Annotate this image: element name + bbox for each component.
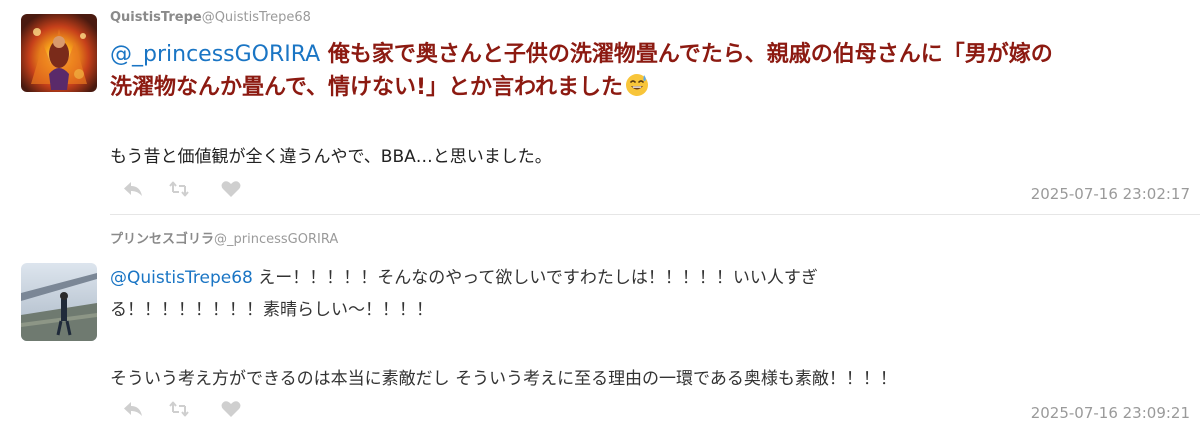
heart-icon[interactable] <box>220 399 242 419</box>
timestamp[interactable]: 2025-07-16 23:02:17 <box>1031 185 1190 203</box>
tweet-text: る！！！！！！！！素晴らしい〜！！！！ <box>110 300 433 320</box>
tweet: プリンセスゴリラ@_princessGORIRA @QuistisTrepe68… <box>0 214 1200 423</box>
reply-icon[interactable] <box>122 399 144 419</box>
display-name[interactable]: QuistisTrepe <box>110 10 202 25</box>
tweet-header: プリンセスゴリラ@_princessGORIRA <box>110 232 338 248</box>
user-handle[interactable]: @_princessGORIRA <box>214 232 338 247</box>
tweet-text: もう昔と価値観が全く違うんやで、BBA…と思いました。 <box>110 147 552 167</box>
sweat-smile-emoji-icon <box>625 73 649 107</box>
tweet-text: 俺も家で奥さんと子供の洗濯物畳んでたら、親戚の伯母さんに「男が嫁の <box>320 42 1053 67</box>
reply-icon[interactable] <box>122 179 144 199</box>
tweet-text-line: @_princessGORIRA 俺も家で奥さんと子供の洗濯物畳んでたら、親戚の… <box>110 38 1053 71</box>
tweet-text: えー！！！！！そんなのやって欲しいですわたしは！！！！！いい人すぎ <box>252 268 818 288</box>
tweet-text-line: もう昔と価値観が全く違うんやで、BBA…と思いました。 <box>110 145 552 169</box>
display-name[interactable]: プリンセスゴリラ <box>110 232 214 247</box>
retweet-icon[interactable] <box>168 179 190 199</box>
tweet-header: QuistisTrepe@QuistisTrepe68 <box>110 10 311 26</box>
heart-icon[interactable] <box>220 179 242 199</box>
avatar-image <box>21 263 97 341</box>
user-handle[interactable]: @QuistisTrepe68 <box>202 10 311 25</box>
tweet-text-line: そういう考え方ができるのは本当に素敵だし そういう考えに至る理由の一環である奥様… <box>110 365 897 393</box>
mention-link[interactable]: @QuistisTrepe68 <box>110 268 253 288</box>
avatar-image <box>21 14 97 92</box>
tweet-text-line: @QuistisTrepe68 えー！！！！！そんなのやって欲しいですわたしは！… <box>110 264 818 292</box>
mention-link[interactable]: @_princessGORIRA <box>110 42 320 67</box>
retweet-icon[interactable] <box>168 399 190 419</box>
timestamp[interactable]: 2025-07-16 23:09:21 <box>1031 404 1190 422</box>
tweet-text-line: る！！！！！！！！素晴らしい〜！！！！ <box>110 296 433 324</box>
tweet-text-line: 洗濯物なんか畳んで、情けない!」とか言われました <box>110 71 649 107</box>
tweet: QuistisTrepe@QuistisTrepe68 @_princessGO… <box>0 0 1200 214</box>
tweet-text: 洗濯物なんか畳んで、情けない!」とか言われました <box>110 75 623 100</box>
avatar[interactable] <box>21 263 97 341</box>
avatar[interactable] <box>21 14 97 92</box>
tweet-text: そういう考え方ができるのは本当に素敵だし そういう考えに至る理由の一環である奥様… <box>110 369 897 389</box>
